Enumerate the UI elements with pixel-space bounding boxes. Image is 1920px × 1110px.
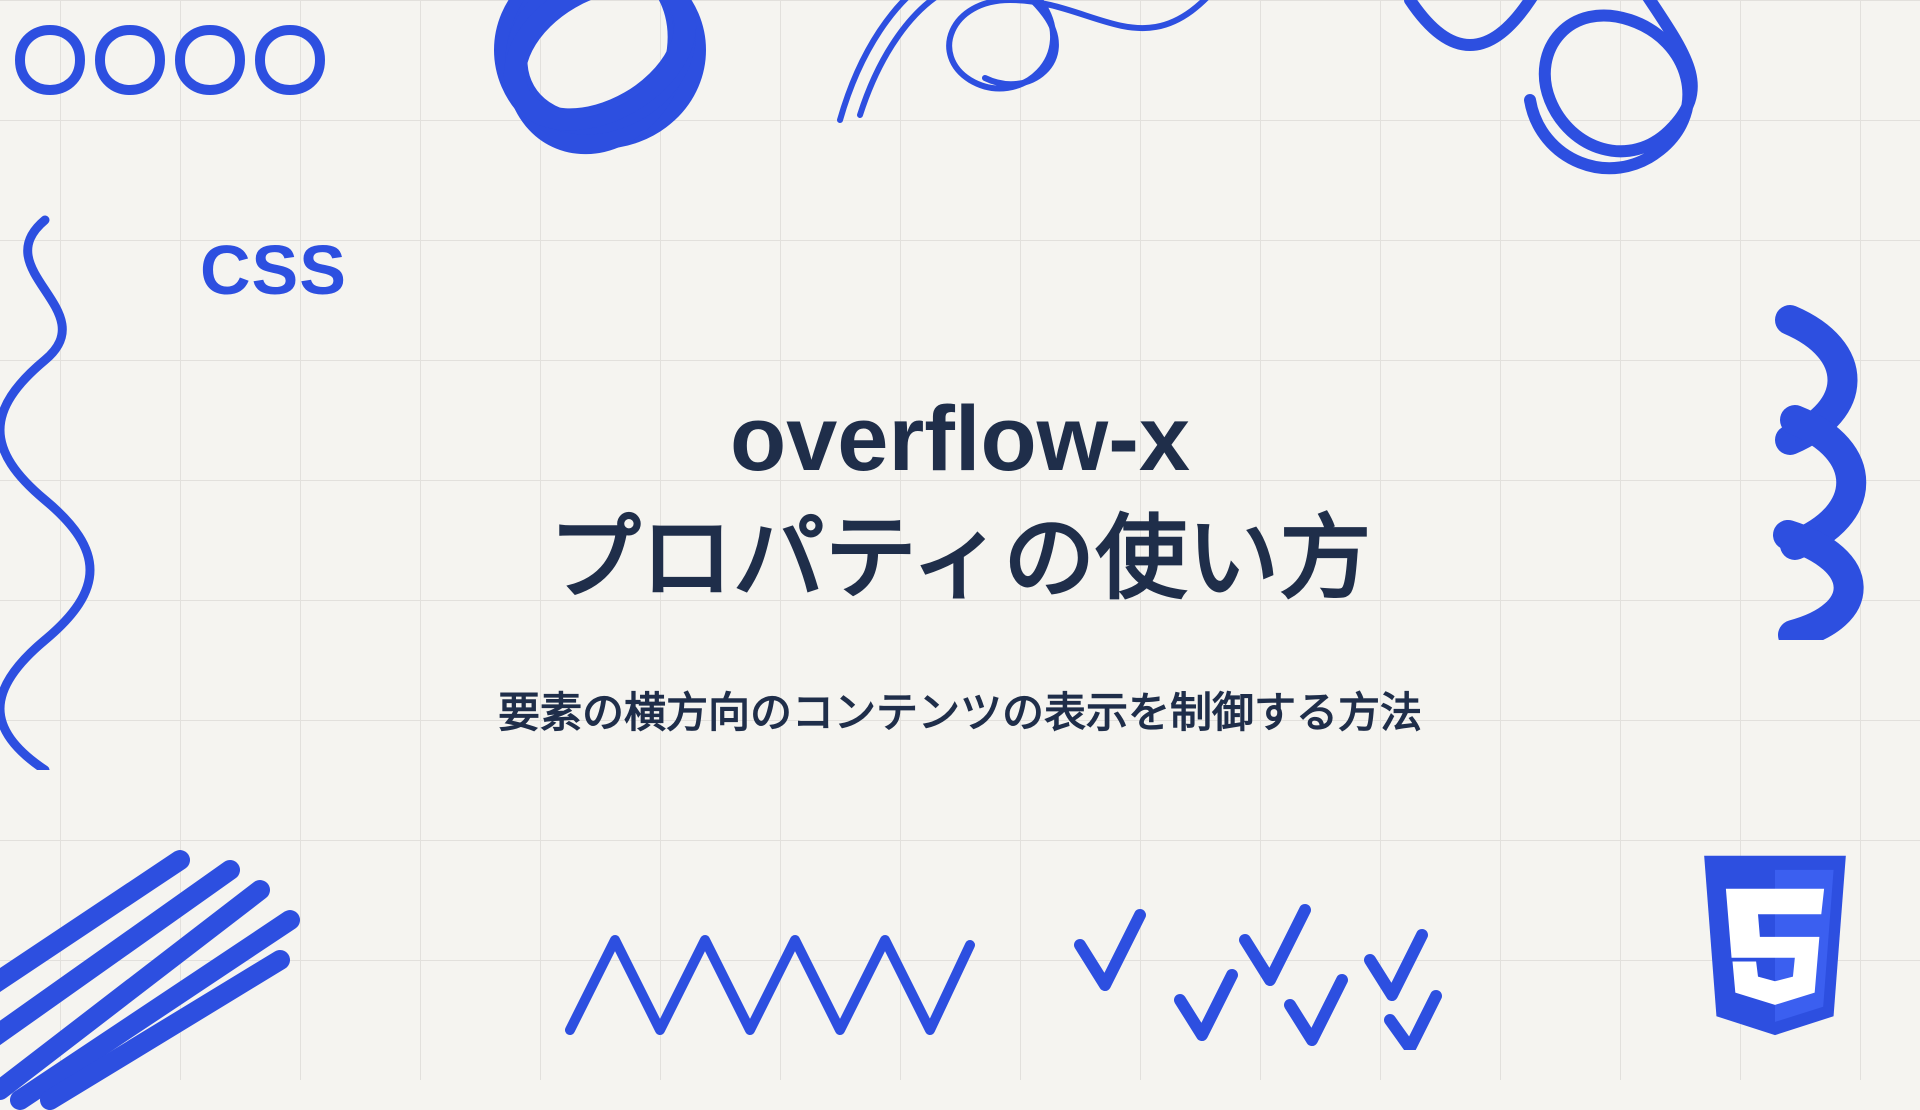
page-subtitle: 要素の横方向のコンテンツの表示を制御する方法: [498, 679, 1422, 740]
title-line-1: overflow-x: [730, 388, 1190, 490]
page-title: overflow-x プロパティの使い方: [549, 380, 1371, 619]
category-label: CSS: [200, 230, 347, 310]
title-line-2: プロパティの使い方: [549, 508, 1371, 610]
css3-logo-icon: [1690, 855, 1860, 1050]
